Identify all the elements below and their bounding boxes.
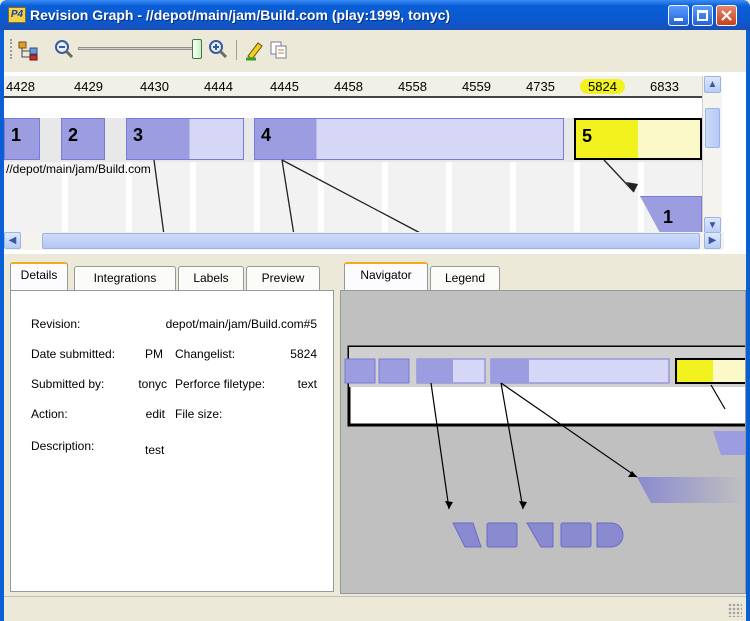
revision-field-value: depot/main/jam/Build.com#5	[135, 317, 317, 331]
maximize-button[interactable]	[692, 5, 713, 26]
revision-label[interactable]: 4559	[462, 79, 491, 94]
scroll-right-icon[interactable]: ▶	[704, 232, 721, 249]
zoom-out-icon[interactable]	[54, 39, 76, 61]
highlight-icon[interactable]	[244, 39, 266, 61]
window-title: Revision Graph - //depot/main/jam/Build.…	[30, 7, 451, 23]
revision-label[interactable]: 4430	[140, 79, 169, 94]
revision-label[interactable]: 6833	[650, 79, 679, 94]
navigator-pane: Navigator Legend	[340, 258, 746, 594]
toolbar	[0, 30, 750, 72]
navigator-overview	[344, 345, 745, 548]
zoom-slider[interactable]	[78, 47, 202, 50]
description-field[interactable]: test	[141, 437, 319, 589]
selected-revision-label[interactable]: 5824	[580, 79, 625, 94]
tab-navigator[interactable]: Navigator	[344, 262, 428, 292]
revision-label[interactable]: 4428	[6, 79, 35, 94]
revision-label[interactable]: 4444	[204, 79, 233, 94]
toolbar-grip[interactable]	[10, 39, 13, 59]
resize-grip-icon[interactable]	[728, 603, 742, 617]
submitted-by-label: Submitted by:	[31, 377, 105, 391]
status-bar	[4, 596, 746, 621]
revision-label[interactable]: 4458	[334, 79, 363, 94]
description-label: Description:	[31, 439, 95, 453]
file-size-label: File size:	[175, 407, 223, 421]
revision-label[interactable]: 4558	[398, 79, 427, 94]
horizontal-scroll-thumb[interactable]	[42, 233, 700, 249]
minimize-button[interactable]	[668, 5, 689, 26]
vertical-scrollbar[interactable]: ▲ ▼	[702, 76, 722, 236]
changelist-value: 5824	[287, 347, 317, 361]
changelist-label: Changelist:	[175, 347, 236, 361]
details-pane: Details Integrations Labels Preview Revi…	[4, 258, 338, 594]
copy-icon[interactable]	[268, 39, 290, 61]
toolbar-separator	[236, 40, 237, 60]
window-frame-right	[746, 72, 750, 621]
close-button[interactable]	[716, 5, 737, 26]
revision-label[interactable]: 4429	[74, 79, 103, 94]
revision-header: 4428 4429 4430 4444 4445 4458 4558 4559 …	[4, 76, 702, 98]
date-submitted-label: Date submitted:	[31, 347, 116, 361]
revision-graph[interactable]: 4428 4429 4430 4444 4445 4458 4558 4559 …	[4, 72, 746, 254]
navigator-canvas[interactable]	[340, 290, 746, 594]
scroll-up-icon[interactable]: ▲	[704, 76, 721, 93]
zoom-in-icon[interactable]	[208, 39, 230, 61]
filetype-label: Perforce filetype:	[175, 377, 266, 391]
vertical-scroll-thumb[interactable]	[705, 108, 720, 148]
graph-canvas[interactable]: 1 2 3 4 5 //depot/main/jam/Build.com 1	[4, 100, 702, 250]
layout-icon[interactable]	[18, 40, 40, 62]
revision-label[interactable]: 4445	[270, 79, 299, 94]
integration-arrows	[153, 159, 638, 236]
tab-integrations[interactable]: Integrations	[74, 266, 176, 290]
title-bar[interactable]: P4 Revision Graph - //depot/main/jam/Bui…	[0, 0, 750, 30]
zoom-slider-thumb[interactable]	[192, 39, 202, 59]
tab-legend[interactable]: Legend	[430, 266, 500, 290]
tab-details[interactable]: Details	[10, 262, 68, 292]
filetype-value: text	[287, 377, 317, 391]
tab-labels[interactable]: Labels	[178, 266, 244, 290]
minimize-icon	[674, 18, 683, 21]
submitted-by-value: tonyc	[135, 377, 167, 391]
tab-preview[interactable]: Preview	[246, 266, 320, 290]
maximize-icon	[697, 10, 708, 21]
scroll-left-icon[interactable]: ◀	[4, 232, 21, 249]
revision-field-label: Revision:	[31, 317, 81, 331]
close-icon	[721, 10, 732, 21]
date-submitted-value: PM	[135, 347, 163, 361]
p4-app-icon: P4	[8, 7, 26, 23]
horizontal-scrollbar[interactable]: ◀ ▶	[4, 232, 724, 250]
details-panel: Revision: depot/main/jam/Build.com#5 Dat…	[10, 290, 334, 592]
file-size-value	[287, 403, 317, 423]
action-value: edit	[135, 407, 165, 421]
action-label: Action:	[31, 407, 68, 421]
revision-label[interactable]: 4735	[526, 79, 555, 94]
